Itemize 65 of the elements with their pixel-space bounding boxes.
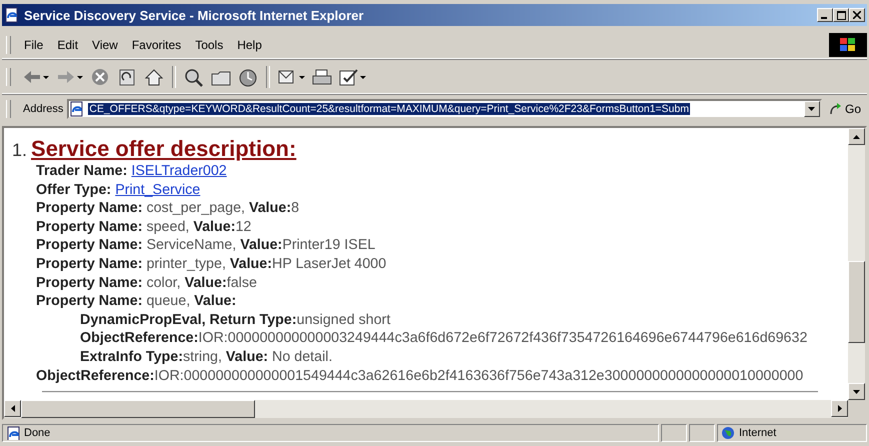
- scroll-left-button[interactable]: [4, 400, 21, 417]
- property-text: Property Name: printer_type, Value:HP LaserJet 4000: [36, 254, 388, 274]
- refresh-icon: [117, 68, 137, 86]
- section-heading: Service offer description:: [31, 136, 296, 162]
- go-button[interactable]: Go: [826, 102, 863, 116]
- clock-icon: [238, 68, 258, 86]
- stop-icon: [90, 68, 110, 86]
- menu-item[interactable]: Edit: [50, 36, 86, 54]
- caret-icon: [808, 107, 816, 111]
- list-number: 1.: [12, 140, 28, 161]
- close-button[interactable]: [849, 8, 865, 22]
- caret-icon: [77, 76, 83, 78]
- maximize-icon: [836, 10, 846, 20]
- printer-icon: [312, 68, 332, 86]
- field-label: Trader Name:: [36, 162, 128, 181]
- property-text: Property Name: ServiceName, Value:Printer19 ISEL: [36, 236, 376, 255]
- minimize-button[interactable]: [817, 8, 833, 22]
- property-text: Property Name: color, Value:false: [36, 274, 258, 292]
- triangle-down-icon: [853, 390, 860, 394]
- status-panel: [689, 424, 715, 442]
- dropdown-button[interactable]: [804, 101, 820, 117]
- menu-item[interactable]: Favorites: [124, 36, 188, 54]
- caret-icon: [360, 76, 366, 78]
- field-label: Offer Type:: [36, 180, 112, 200]
- triangle-right-icon: [838, 405, 842, 412]
- property-text: Property Name: cost_per_page, Value:8: [36, 199, 300, 218]
- scrollbar-thumb[interactable]: [848, 261, 865, 343]
- windows-logo: [829, 33, 867, 57]
- page-icon: [4, 7, 20, 23]
- property-text: Property Name: speed, Value:12: [36, 218, 252, 236]
- globe-icon: [721, 426, 735, 440]
- scroll-right-button[interactable]: [831, 400, 848, 417]
- status-text: Done: [24, 427, 50, 439]
- menu-item[interactable]: Help: [230, 36, 269, 54]
- close-icon: [853, 11, 861, 19]
- menu-item[interactable]: File: [17, 36, 50, 54]
- menu-item[interactable]: View: [85, 36, 125, 54]
- checkmark-icon: [339, 68, 359, 86]
- link[interactable]: Print_Service: [115, 180, 200, 200]
- search-icon: [184, 68, 204, 86]
- property-text: DynamicPropEval, Return Type:unsigned short: [80, 310, 392, 330]
- property-text: ExtraInfo Type:string, Value: No detail.: [80, 348, 334, 367]
- triangle-left-icon: [10, 405, 14, 412]
- page-icon: [69, 101, 86, 117]
- caret-icon: [299, 76, 305, 78]
- curved-arrow-icon: [828, 102, 842, 116]
- address-field[interactable]: CE_OFFERS&qtype=KEYWORD&ResultCount=25&resultformat=MAXIMUM&query=Print_Service%2F23&FormsButton1=Subm: [67, 99, 822, 119]
- caret-icon: [43, 76, 49, 78]
- property-text: Property Name: queue, Value:: [36, 292, 238, 311]
- property-text: ObjectReference:IOR:000000000000003249444c3a6f6d672e6f72672f436f7354726164696e6744796e616d69632: [80, 329, 808, 348]
- page-icon: [6, 426, 20, 440]
- status-panel: [661, 424, 687, 442]
- address-text: CE_OFFERS&qtype=KEYWORD&ResultCount=25&resultformat=MAXIMUM&query=Print_Service%2F23&FormsButton1=Subm: [88, 103, 690, 115]
- zone-text: Internet: [739, 427, 776, 439]
- scroll-down-button[interactable]: [848, 383, 865, 400]
- window-title: Service Discovery Service - Microsoft Internet Explorer: [24, 8, 365, 22]
- property-text: ObjectReference:IOR:000000000000001549444c3a62616e6b2f4163636f756e743a312e3000000000000000010000000: [36, 366, 804, 386]
- address-label: Address: [23, 103, 64, 115]
- menu-item[interactable]: Tools: [188, 36, 230, 54]
- home-icon: [144, 68, 164, 86]
- scroll-up-button[interactable]: [848, 128, 865, 145]
- link[interactable]: ISELTrader002: [131, 162, 227, 181]
- triangle-up-icon: [853, 134, 860, 138]
- maximize-button[interactable]: [833, 8, 849, 22]
- scrollbar-thumb[interactable]: [21, 400, 255, 418]
